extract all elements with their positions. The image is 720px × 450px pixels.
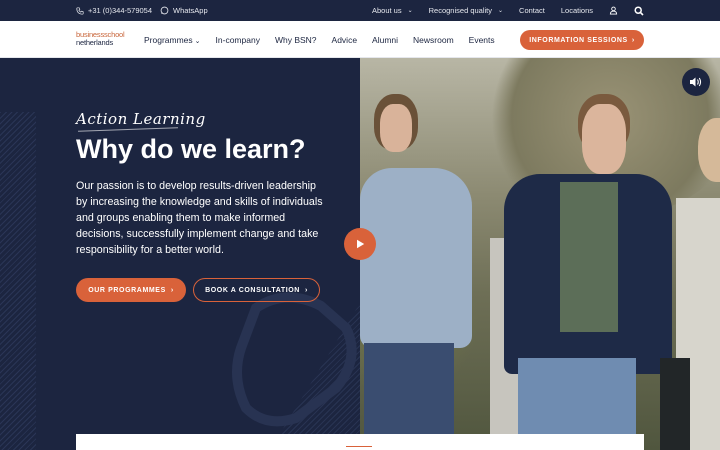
utility-nav: About us ⌄ Recognised quality ⌄ Contact Lo… xyxy=(372,0,644,21)
nav-item-advice[interactable]: Advice xyxy=(332,35,358,45)
card-accent xyxy=(346,446,372,450)
whatsapp-label: WhatsApp xyxy=(173,6,208,15)
information-sessions-label: INFORMATION SESSIONS xyxy=(529,36,628,44)
whatsapp-icon xyxy=(160,6,169,15)
person-shape xyxy=(380,104,412,152)
recognised-quality-link[interactable]: Recognised quality ⌄ xyxy=(429,6,503,15)
logo[interactable]: businessschool netherlands xyxy=(76,31,132,49)
sound-button[interactable] xyxy=(682,68,710,96)
nav-item-in-company[interactable]: In-company xyxy=(216,35,260,45)
top-bar: +31 (0)344-579054 WhatsApp About us ⌄ Rec… xyxy=(0,0,720,21)
chevron-right-icon: › xyxy=(170,286,174,294)
person-shape xyxy=(560,182,618,332)
chevron-right-icon: › xyxy=(631,36,635,44)
play-button[interactable] xyxy=(344,228,376,260)
nav-item-why-bsn[interactable]: Why BSN? xyxy=(275,35,317,45)
logo-line-2: netherlands xyxy=(76,37,113,47)
sound-icon xyxy=(690,77,702,87)
about-us-label: About us xyxy=(371,6,402,15)
recognised-quality-label: Recognised quality xyxy=(428,6,492,15)
hero-description: Our passion is to develop results-driven… xyxy=(76,180,323,256)
book-consultation-button[interactable]: BOOK A CONSULTATION › xyxy=(193,278,320,302)
contact-link[interactable]: Contact xyxy=(519,6,545,15)
person-shape xyxy=(660,358,690,450)
our-programmes-label: OUR PROGRAMMES xyxy=(88,286,166,294)
nav-item-programmes-label: Programmes xyxy=(144,34,193,45)
search-icon[interactable] xyxy=(634,5,644,16)
information-sessions-button[interactable]: INFORMATION SESSIONS › xyxy=(520,30,644,50)
user-icon[interactable] xyxy=(609,6,618,15)
person-shape xyxy=(582,104,626,174)
our-programmes-button[interactable]: OUR PROGRAMMES › xyxy=(76,278,186,302)
main-nav: businessschool netherlands Programmes ⌄ I… xyxy=(0,21,720,58)
nav-item-alumni[interactable]: Alumni xyxy=(372,35,398,45)
hero-title: Why do we learn? xyxy=(76,134,306,164)
nav-links: Programmes ⌄ In-company Why BSN? Advice A… xyxy=(144,21,495,58)
chevron-down-icon: ⌄ xyxy=(498,8,504,14)
chevron-right-icon: › xyxy=(304,286,308,294)
book-consultation-label: BOOK A CONSULTATION xyxy=(205,286,300,294)
hero-script-label: Action Learning xyxy=(76,110,206,128)
person-shape xyxy=(360,168,472,348)
nav-item-newsroom[interactable]: Newsroom xyxy=(413,35,454,45)
play-icon xyxy=(357,239,365,249)
chevron-down-icon: ⌄ xyxy=(194,37,201,45)
whatsapp-link[interactable]: WhatsApp xyxy=(160,6,208,15)
phone-icon xyxy=(76,6,84,15)
hero-panel: Action Learning Why do we learn? Our pas… xyxy=(0,58,360,450)
decorative-pattern xyxy=(0,112,36,450)
about-us-link[interactable]: About us ⌄ xyxy=(372,6,413,15)
phone-link[interactable]: +31 (0)344-579054 xyxy=(76,6,152,15)
nav-item-programmes[interactable]: Programmes ⌄ xyxy=(144,35,201,45)
contact-links: +31 (0)344-579054 WhatsApp xyxy=(76,0,208,21)
hero-video[interactable] xyxy=(360,58,720,450)
phone-number: +31 (0)344-579054 xyxy=(88,6,153,15)
nav-item-events[interactable]: Events xyxy=(469,35,495,45)
chevron-down-icon: ⌄ xyxy=(407,8,413,14)
locations-link[interactable]: Locations xyxy=(561,6,593,15)
